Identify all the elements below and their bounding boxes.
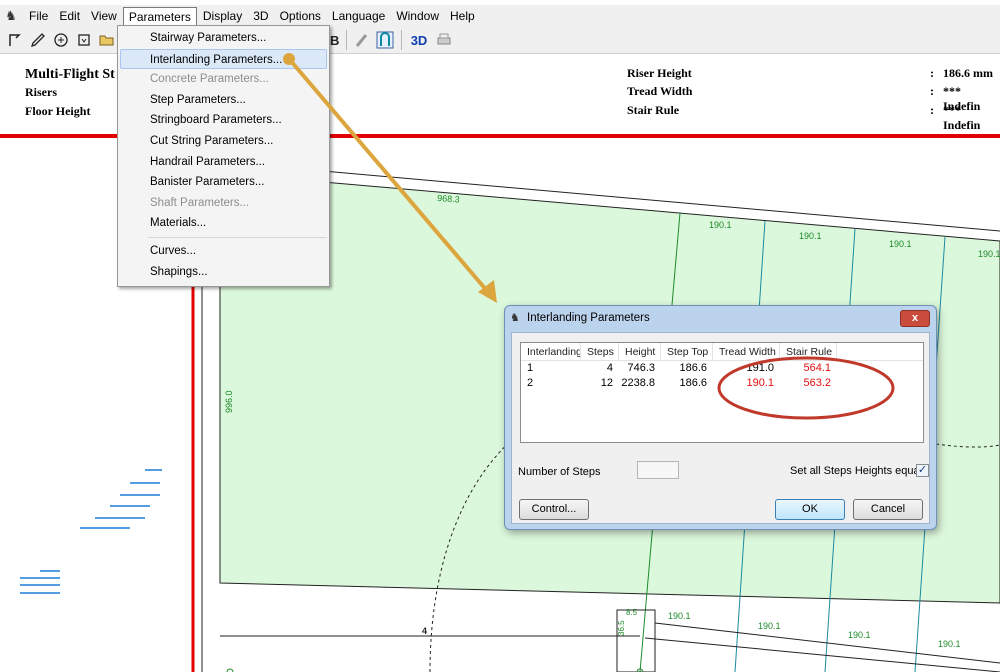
interlanding-parameters-dialog: ♞ Interlanding Parameters x Interlanding… (504, 305, 937, 530)
import-icon[interactable] (73, 29, 95, 51)
tread-width-label: Tread Width (627, 84, 693, 98)
step-number-label: 4 (422, 626, 427, 636)
cell-steps: 12 (600, 377, 613, 389)
column-header[interactable]: Stair Rule (780, 343, 837, 360)
menu-file[interactable]: File (24, 7, 53, 25)
interlanding-list[interactable]: Interlanding Steps Height Step Top Tread… (520, 342, 924, 443)
cell-tread-width: 190.1 (746, 377, 774, 389)
dimension-label: 36.5 (617, 620, 626, 636)
menu-item-interlanding-parameters[interactable]: Interlanding Parameters... (120, 48, 327, 70)
menu-parameters[interactable]: Parameters (122, 7, 197, 25)
open-folder-icon[interactable] (96, 29, 118, 51)
number-of-steps-label: Number of Steps (518, 466, 601, 478)
menu-item-materials[interactable]: Materials... (118, 213, 329, 234)
dimension-label: 190.1 (978, 249, 1000, 259)
list-header: Interlanding Steps Height Step Top Tread… (521, 343, 923, 361)
set-all-steps-label: Set all Steps Heights equal (790, 465, 923, 477)
menu-edit[interactable]: Edit (54, 7, 85, 25)
cell-interlanding: 1 (527, 362, 534, 374)
app-logo-icon[interactable]: ♞ (2, 7, 20, 25)
menu-item-step-parameters[interactable]: Step Parameters... (118, 90, 329, 111)
dialog-title: Interlanding Parameters (527, 312, 650, 324)
dimension-label: 8.5 (626, 608, 638, 617)
dimension-label: 190.1 (709, 220, 732, 230)
cell-height: 746.3 (627, 362, 655, 374)
dimension-label: 996.0 (224, 390, 234, 413)
toolbar-separator (346, 30, 347, 50)
menu-3d[interactable]: 3D (248, 7, 273, 25)
brush-icon[interactable] (351, 29, 373, 51)
dimension-label: 190.1 (758, 621, 781, 631)
ok-button[interactable]: OK (775, 499, 845, 520)
menu-separator (148, 236, 327, 238)
menu-item-shapings[interactable]: Shapings... (118, 262, 329, 283)
cell-height: 2238.8 (621, 377, 655, 389)
cancel-button[interactable]: Cancel (853, 499, 923, 520)
pencil-icon[interactable] (27, 29, 49, 51)
menu-help[interactable]: Help (445, 7, 480, 25)
stair-rule-sep: : (930, 103, 934, 117)
menu-item-shaft-parameters: Shaft Parameters... (150, 196, 250, 209)
3d-view-button[interactable]: 3D (406, 29, 432, 51)
stair-start-icon[interactable] (4, 29, 26, 51)
compass-icon[interactable] (50, 29, 72, 51)
risers-label: Risers (25, 85, 57, 99)
column-header[interactable]: Step Top (661, 343, 713, 360)
column-header[interactable]: Tread Width (713, 343, 780, 360)
cell-stair-rule: 563.2 (803, 377, 831, 389)
tread-width-sep: : (930, 84, 934, 98)
menu-item-concrete-parameters: Concrete Parameters... (150, 73, 269, 86)
column-header[interactable]: Height (619, 343, 661, 360)
menu-options[interactable]: Options (275, 7, 326, 25)
stair-rule-value: *** Indefin (943, 103, 981, 132)
menu-item-handrail-parameters[interactable]: Handrail Parameters... (118, 152, 329, 173)
print-icon[interactable] (433, 29, 455, 51)
menu-item-stairway-parameters[interactable]: Stairway Parameters... (118, 28, 329, 49)
dialog-body: Interlanding Steps Height Step Top Tread… (511, 332, 930, 524)
arch-icon[interactable] (374, 29, 396, 51)
cell-tread-width: 191.0 (746, 362, 774, 374)
set-all-steps-checkbox[interactable]: ✓ (916, 464, 929, 477)
menu-item-stringboard-parameters[interactable]: Stringboard Parameters... (118, 110, 329, 131)
riser-height-sep: : (930, 66, 934, 80)
cell-stair-rule: 564.1 (803, 362, 831, 374)
menu-item-curves[interactable]: Curves... (118, 241, 329, 262)
menu-item-banister-parameters[interactable]: Banister Parameters... (118, 172, 329, 193)
dimension-label: 190.1 (938, 639, 961, 649)
menu-view[interactable]: View (86, 7, 122, 25)
table-row[interactable]: 1 4 746.3 186.6 191.0 564.1 (521, 361, 923, 376)
dimension-label: 968.3 (437, 193, 460, 205)
number-of-steps-input[interactable] (637, 461, 679, 479)
floor-height-label: Floor Height (25, 104, 91, 118)
close-button[interactable]: x (900, 310, 930, 327)
cell-interlanding: 2 (527, 377, 534, 389)
toolbar-separator (401, 30, 402, 50)
menu-item-cut-string-parameters[interactable]: Cut String Parameters... (118, 131, 329, 152)
cell-step-top: 186.6 (679, 362, 707, 374)
control-button[interactable]: Control... (519, 499, 589, 520)
riser-height-label: Riser Height (627, 66, 692, 80)
dimension-label: 190.1 (668, 611, 691, 621)
table-row[interactable]: 2 12 2238.8 186.6 190.1 563.2 (521, 376, 923, 391)
cell-step-top: 186.6 (679, 377, 707, 389)
riser-height-value: 186.6 mm (943, 66, 993, 80)
dimension-label: 190.1 (799, 231, 822, 241)
column-header[interactable]: Steps (581, 343, 619, 360)
menu-bar: ♞ File Edit View Parameters Display 3D O… (0, 5, 1000, 27)
stair-rule-label: Stair Rule (627, 103, 680, 117)
menu-language[interactable]: Language (327, 7, 390, 25)
menu-window[interactable]: Window (391, 7, 444, 25)
app-logo-icon: ♞ (510, 312, 520, 324)
stair-title: Multi-Flight St (25, 67, 115, 82)
cell-steps: 4 (606, 362, 613, 374)
column-header[interactable]: Interlanding (521, 343, 581, 360)
dimension-label: 190.1 (889, 239, 912, 249)
menu-display[interactable]: Display (198, 7, 247, 25)
parameters-menu: Stairway Parameters... Interlanding Para… (117, 25, 330, 287)
dimension-label: 190.1 (848, 630, 871, 640)
